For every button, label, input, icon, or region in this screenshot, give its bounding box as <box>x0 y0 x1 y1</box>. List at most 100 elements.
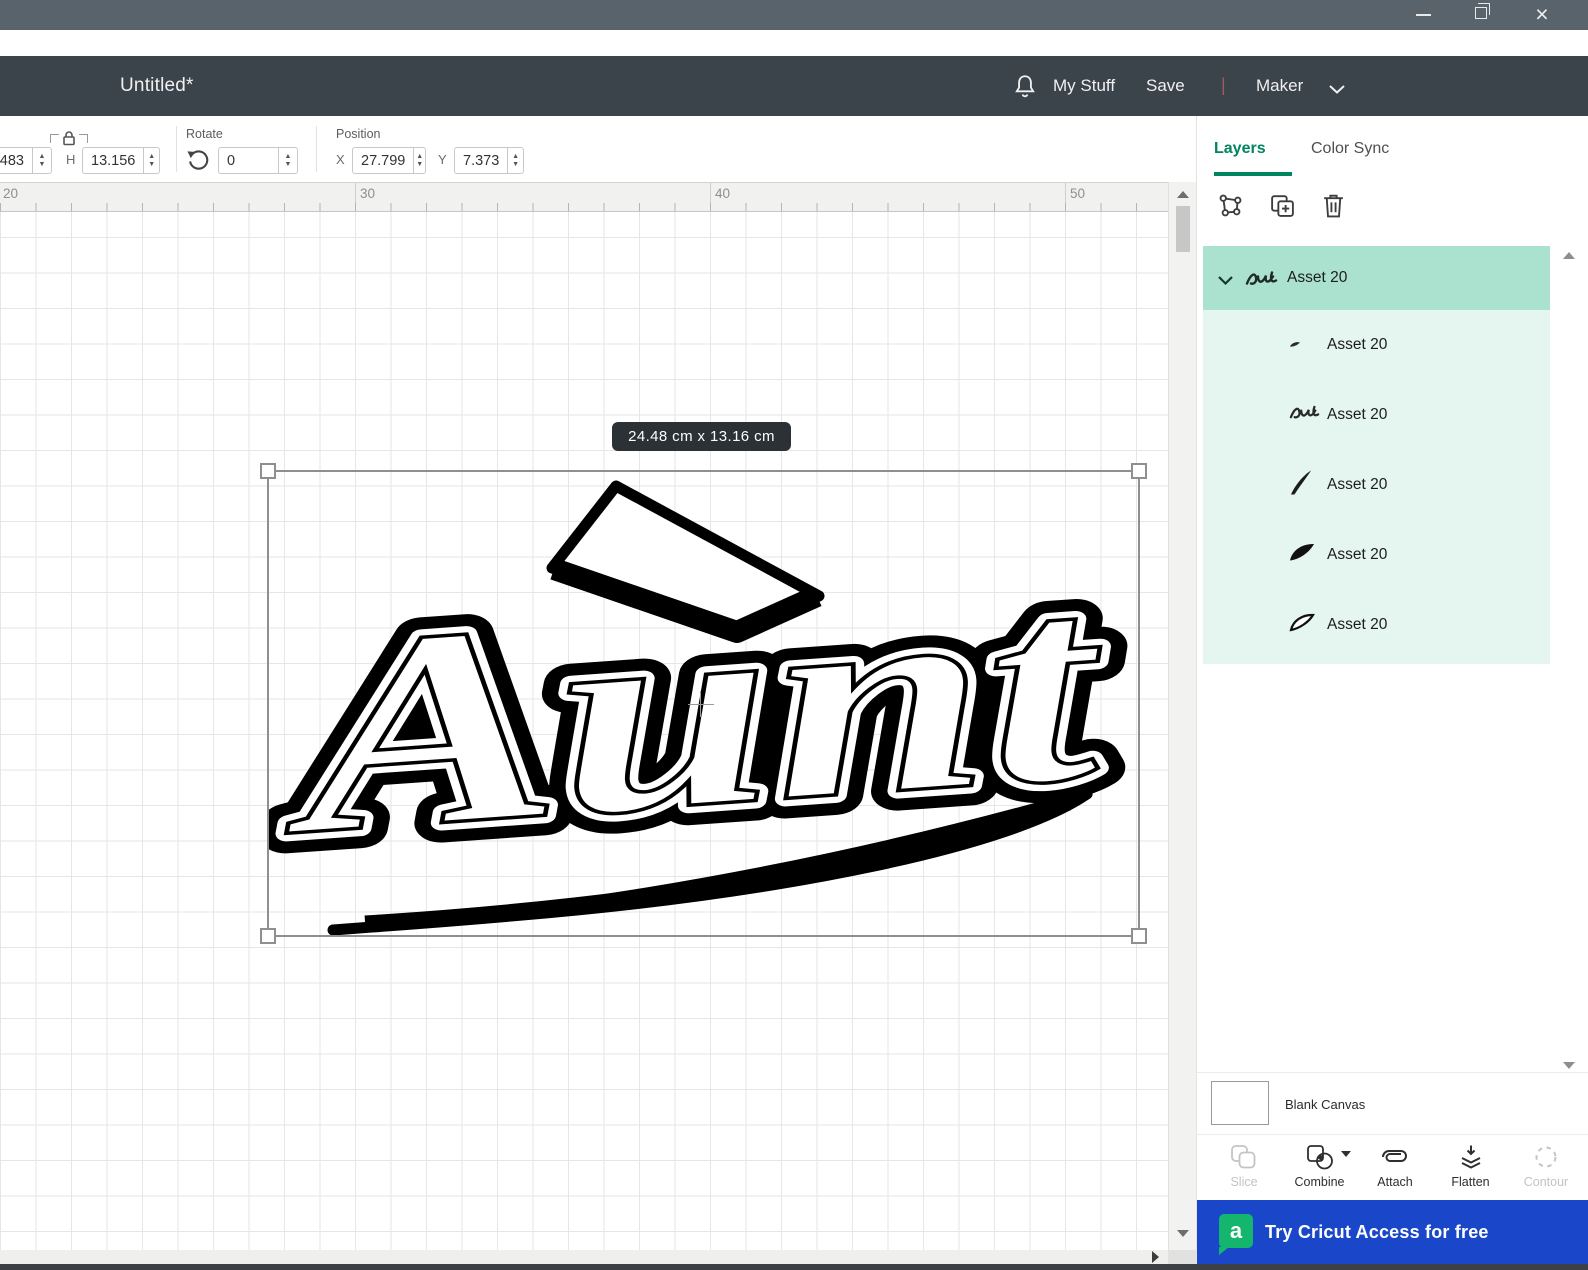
combine-dropdown-caret-icon[interactable] <box>1341 1151 1351 1157</box>
ruler-label: 30 <box>360 186 375 201</box>
rotate-field[interactable]: 0 ▲▼ <box>218 147 298 174</box>
ruler-major-tick <box>1065 183 1066 211</box>
layer-thumbnail-aunt-icon <box>1289 404 1321 427</box>
ruler-major-tick <box>710 183 711 211</box>
layer-row-group[interactable]: Asset 20 <box>1203 246 1550 310</box>
width-value[interactable]: 4.483 <box>0 148 32 173</box>
chevron-down-icon[interactable] <box>1328 82 1346 100</box>
height-label: H <box>66 152 75 167</box>
header-separator: | <box>1221 56 1226 116</box>
position-x-value[interactable]: 27.799 <box>353 148 413 173</box>
x-label: X <box>336 152 345 167</box>
width-field[interactable]: 4.483 ▲▼ <box>0 147 52 174</box>
contour-icon <box>1513 1141 1579 1173</box>
position-y-value[interactable]: 7.373 <box>455 148 507 173</box>
layer-thumbnail-dot-icon <box>1289 336 1301 354</box>
save-button[interactable]: Save <box>1146 56 1185 116</box>
scroll-up-icon[interactable] <box>1177 191 1189 198</box>
chevron-down-icon[interactable] <box>1217 273 1234 291</box>
top-white-strip <box>0 30 1588 56</box>
blank-canvas-label: Blank Canvas <box>1285 1097 1365 1112</box>
position-x-field[interactable]: 27.799 ▲▼ <box>352 147 426 174</box>
ruler-label: 20 <box>3 186 18 201</box>
scroll-right-icon[interactable] <box>1152 1251 1159 1263</box>
document-title[interactable]: Untitled* <box>120 56 194 116</box>
ruler-label: 50 <box>1070 186 1085 201</box>
layer-thumbnail-leaf-outline-icon <box>1289 613 1315 638</box>
contour-button: Contour <box>1513 1141 1579 1200</box>
slice-icon <box>1211 1141 1277 1173</box>
height-field[interactable]: 13.156 ▲▼ <box>82 147 160 174</box>
my-stuff-link[interactable]: My Stuff <box>1053 56 1115 116</box>
toolbar-divider <box>316 126 317 172</box>
rotate-value[interactable]: 0 <box>219 148 278 173</box>
minimize-icon[interactable] <box>1416 14 1431 16</box>
attach-button[interactable]: Attach <box>1362 1141 1428 1200</box>
window-titlebar: × <box>0 0 1588 30</box>
attach-paperclip-icon <box>1362 1141 1428 1173</box>
layer-row[interactable]: Asset 20 <box>1203 520 1550 590</box>
group-button[interactable] <box>1217 192 1244 224</box>
vertical-scrollbar[interactable] <box>1168 182 1196 1250</box>
selection-handle-bottom-right[interactable] <box>1131 928 1147 944</box>
combine-button[interactable]: Combine <box>1287 1141 1353 1200</box>
layer-label: Asset 20 <box>1287 269 1347 287</box>
width-stepper[interactable]: ▲▼ <box>32 148 51 173</box>
layer-row[interactable]: Asset 20 <box>1203 380 1550 450</box>
toolbar-divider <box>176 126 177 172</box>
notifications-bell-icon[interactable] <box>1012 73 1038 106</box>
rotate-icon[interactable] <box>186 149 209 177</box>
height-value[interactable]: 13.156 <box>83 148 143 173</box>
y-label: Y <box>438 152 447 167</box>
horizontal-scrollbar[interactable] <box>0 1250 1168 1264</box>
position-y-field[interactable]: 7.373 ▲▼ <box>454 147 524 174</box>
word-inner-line[interactable]: Aunt <box>269 525 1117 894</box>
layer-thumbnail-slash-icon <box>1289 470 1313 501</box>
layer-list-scroll-down-icon[interactable] <box>1563 1062 1575 1069</box>
rotate-label: Rotate <box>186 127 223 141</box>
horizontal-ruler: 20 30 40 50 <box>0 182 1168 212</box>
tab-layers[interactable]: Layers <box>1214 140 1266 158</box>
layer-actions-bar: Slice Combine Attach Flatten Contour <box>1197 1134 1588 1200</box>
flatten-icon <box>1438 1141 1504 1173</box>
cricut-access-banner[interactable]: a Try Cricut Access for free <box>1197 1200 1588 1264</box>
active-tab-underline <box>1214 172 1292 176</box>
height-stepper[interactable]: ▲▼ <box>143 148 159 173</box>
selection-handle-top-right[interactable] <box>1131 463 1147 479</box>
combine-icon <box>1287 1141 1353 1173</box>
canvas-color-swatch[interactable] <box>1211 1081 1269 1125</box>
slice-button: Slice <box>1211 1141 1277 1200</box>
layer-list-scroll-up-icon[interactable] <box>1563 252 1575 259</box>
vertical-scrollbar-thumb[interactable] <box>1176 206 1190 252</box>
flatten-button[interactable]: Flatten <box>1438 1141 1504 1200</box>
position-label: Position <box>336 127 380 141</box>
ruler-major-tick <box>355 183 356 211</box>
layer-label: Asset 20 <box>1327 546 1387 564</box>
layer-group-children: Asset 20 Asset 20 Asset 20 Asset 20 Asse… <box>1203 310 1550 664</box>
layers-panel: Layers Color Sync Asset 20 Asset 20 <box>1196 116 1588 1264</box>
duplicate-button[interactable] <box>1269 192 1296 224</box>
layer-row[interactable]: Asset 20 <box>1203 590 1550 660</box>
layer-row[interactable]: Asset 20 <box>1203 310 1550 380</box>
layer-thumbnail-leaf-filled-icon <box>1289 543 1315 568</box>
selection-handle-top-left[interactable] <box>260 463 276 479</box>
layer-label: Asset 20 <box>1327 336 1387 354</box>
machine-selector[interactable]: Maker <box>1256 56 1303 116</box>
selection-handle-bottom-left[interactable] <box>260 928 276 944</box>
rotate-stepper[interactable]: ▲▼ <box>278 148 297 173</box>
tab-color-sync[interactable]: Color Sync <box>1311 140 1389 158</box>
scroll-down-icon[interactable] <box>1177 1230 1189 1237</box>
window-bottom-edge <box>0 1264 1588 1270</box>
position-x-stepper[interactable]: ▲▼ <box>413 148 425 173</box>
layer-row[interactable]: Asset 20 <box>1203 450 1550 520</box>
selection-center-crosshair <box>700 691 701 717</box>
design-canvas[interactable]: 24.48 cm x 13.16 cm Aunt Aunt Aunt <box>0 212 1168 1250</box>
selection-size-tooltip: 24.48 cm x 13.16 cm <box>612 422 791 451</box>
restore-icon[interactable] <box>1475 7 1487 19</box>
position-y-stepper[interactable]: ▲▼ <box>507 148 523 173</box>
banner-text: Try Cricut Access for free <box>1265 1200 1489 1264</box>
blank-canvas-row[interactable]: Blank Canvas <box>1197 1072 1588 1134</box>
close-icon[interactable]: × <box>1527 0 1557 30</box>
delete-trash-icon[interactable] <box>1321 192 1346 224</box>
selection-center-crosshair <box>688 704 714 705</box>
